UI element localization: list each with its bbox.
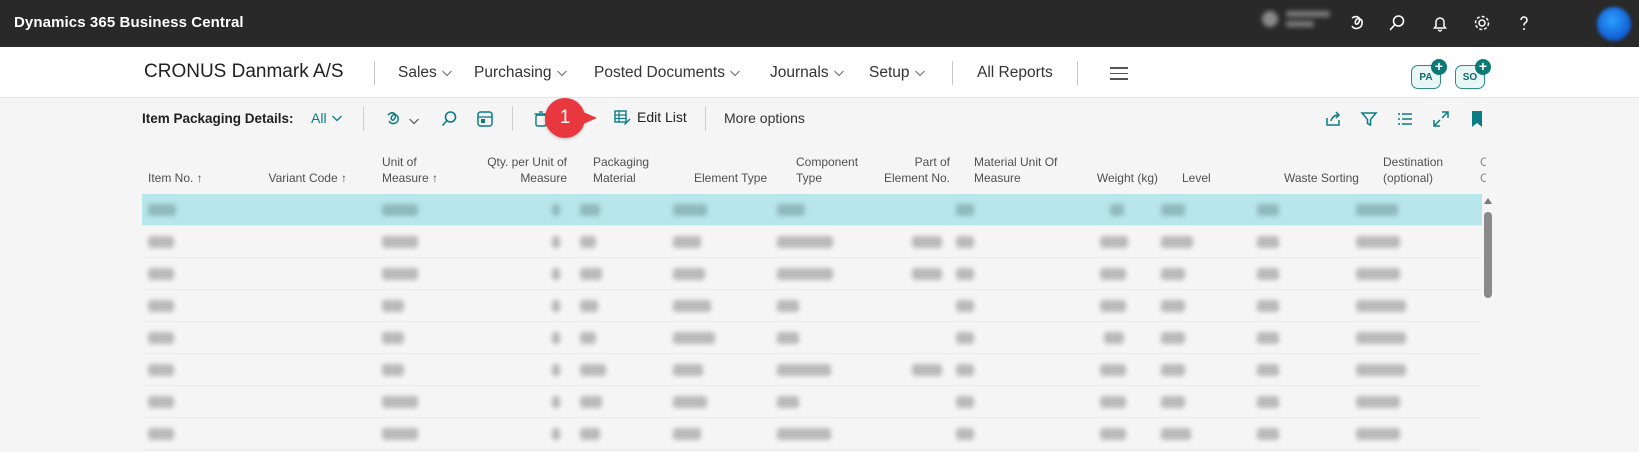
role-badge-so[interactable]: SO + [1455, 59, 1491, 91]
user-avatar[interactable] [1597, 7, 1631, 41]
column-header-weight[interactable]: Weight (kg) [1072, 170, 1158, 186]
action-divider [705, 106, 706, 131]
table-row[interactable] [142, 194, 1482, 226]
more-options-button[interactable]: More options [724, 110, 805, 126]
copilot-icon[interactable] [1346, 12, 1368, 34]
gear-icon[interactable] [1471, 12, 1493, 34]
plus-icon: + [1475, 59, 1491, 75]
nav-menu-setup[interactable]: Setup [869, 64, 926, 82]
action-divider [363, 106, 364, 131]
expand-icon[interactable] [1430, 108, 1452, 130]
nav-menu-purchasing[interactable]: Purchasing [474, 64, 568, 82]
column-header-material-uom[interactable]: Material Unit Of Measure [974, 154, 1064, 186]
item-packaging-list: Item No. ↑ Variant Code ↑ Unit of Measur… [142, 148, 1486, 452]
table-row[interactable] [142, 418, 1482, 450]
action-divider [512, 106, 513, 131]
chevron-down-icon[interactable] [408, 115, 420, 127]
share-icon[interactable] [1322, 108, 1344, 130]
column-header-destination[interactable]: Destination (optional) [1383, 154, 1453, 186]
vertical-scrollbar[interactable] [1484, 196, 1492, 452]
step-callout-badge: 1 [545, 98, 597, 138]
chevron-down-icon [556, 70, 567, 77]
view-selector-label: All [311, 110, 327, 126]
scroll-up-arrow-icon[interactable] [1484, 198, 1492, 204]
open-in-excel-icon[interactable] [474, 108, 496, 130]
edit-list-label: Edit List [637, 109, 687, 125]
help-icon[interactable] [1513, 12, 1535, 34]
chevron-down-icon [730, 70, 740, 77]
column-header-waste-sorting[interactable]: Waste Sorting [1284, 170, 1359, 186]
column-header-packaging-material[interactable]: Packaging Material [593, 154, 663, 186]
plus-icon: + [1431, 59, 1447, 75]
hamburger-menu-icon[interactable] [1110, 67, 1128, 84]
view-selector[interactable]: All [311, 110, 343, 126]
chevron-down-icon [331, 115, 342, 122]
table-row[interactable] [142, 354, 1482, 386]
column-header-truncated: C C [1480, 155, 1486, 185]
list-action-bar: Item Packaging Details: All Edit List Mo… [0, 98, 1639, 140]
nav-menu-label: Journals [770, 64, 829, 81]
search-icon[interactable] [1386, 12, 1408, 34]
bell-icon[interactable] [1429, 12, 1451, 34]
edit-list-button[interactable]: Edit List [613, 108, 687, 126]
column-header-level[interactable]: Level [1182, 170, 1211, 186]
column-header-variant-code[interactable]: Variant Code ↑ [250, 170, 348, 186]
page-title: Item Packaging Details: [142, 111, 294, 126]
column-header-unit-of-measure[interactable]: Unit of Measure ↑ [382, 154, 446, 186]
nav-menu-sales[interactable]: Sales [398, 64, 453, 82]
table-row[interactable] [142, 322, 1482, 354]
nav-menu-label: Posted Documents [594, 64, 725, 81]
app-header-bar: Dynamics 365 Business Central [0, 0, 1639, 47]
nav-menu-label: Purchasing [474, 64, 552, 81]
scrollbar-thumb[interactable] [1484, 212, 1492, 298]
role-center-navigation: CRONUS Danmark A/S Sales Purchasing Post… [0, 47, 1639, 98]
role-badge-pa[interactable]: PA + [1411, 59, 1447, 91]
table-row[interactable] [142, 258, 1482, 290]
nav-menu-journals[interactable]: Journals [770, 64, 845, 82]
chevron-down-icon [914, 70, 925, 77]
nav-divider [1077, 61, 1078, 85]
list-view-icon[interactable] [1394, 108, 1416, 130]
column-header-part-of-element-no[interactable]: Part of Element No. [882, 154, 950, 186]
copilot-actions-icon[interactable] [384, 108, 406, 130]
column-header-qty-per-uom[interactable]: Qty. per Unit of Measure [467, 154, 567, 186]
table-row[interactable] [142, 290, 1482, 322]
all-reports-link[interactable]: All Reports [977, 64, 1053, 82]
column-header-item-no[interactable]: Item No. ↑ [148, 170, 203, 186]
app-title[interactable]: Dynamics 365 Business Central [14, 14, 244, 31]
nav-divider [952, 61, 953, 85]
chevron-down-icon [833, 70, 844, 77]
nav-menu-label: Sales [398, 64, 437, 81]
search-icon[interactable] [438, 108, 460, 130]
nav-menu-posted-documents[interactable]: Posted Documents [594, 64, 741, 82]
edit-list-icon [614, 110, 631, 125]
chevron-down-icon [441, 70, 452, 77]
company-name[interactable]: CRONUS Danmark A/S [144, 61, 344, 83]
column-header-element-type[interactable]: Element Type [694, 170, 767, 186]
nav-divider [374, 61, 375, 85]
table-row[interactable] [142, 226, 1482, 258]
environment-indicator[interactable] [1262, 11, 1330, 27]
table-row[interactable] [142, 386, 1482, 418]
column-header-row: Item No. ↑ Variant Code ↑ Unit of Measur… [142, 148, 1486, 194]
bookmark-icon[interactable] [1466, 108, 1488, 130]
column-header-component-type[interactable]: Component Type [796, 154, 876, 186]
filter-icon[interactable] [1358, 108, 1380, 130]
nav-menu-label: Setup [869, 64, 910, 81]
